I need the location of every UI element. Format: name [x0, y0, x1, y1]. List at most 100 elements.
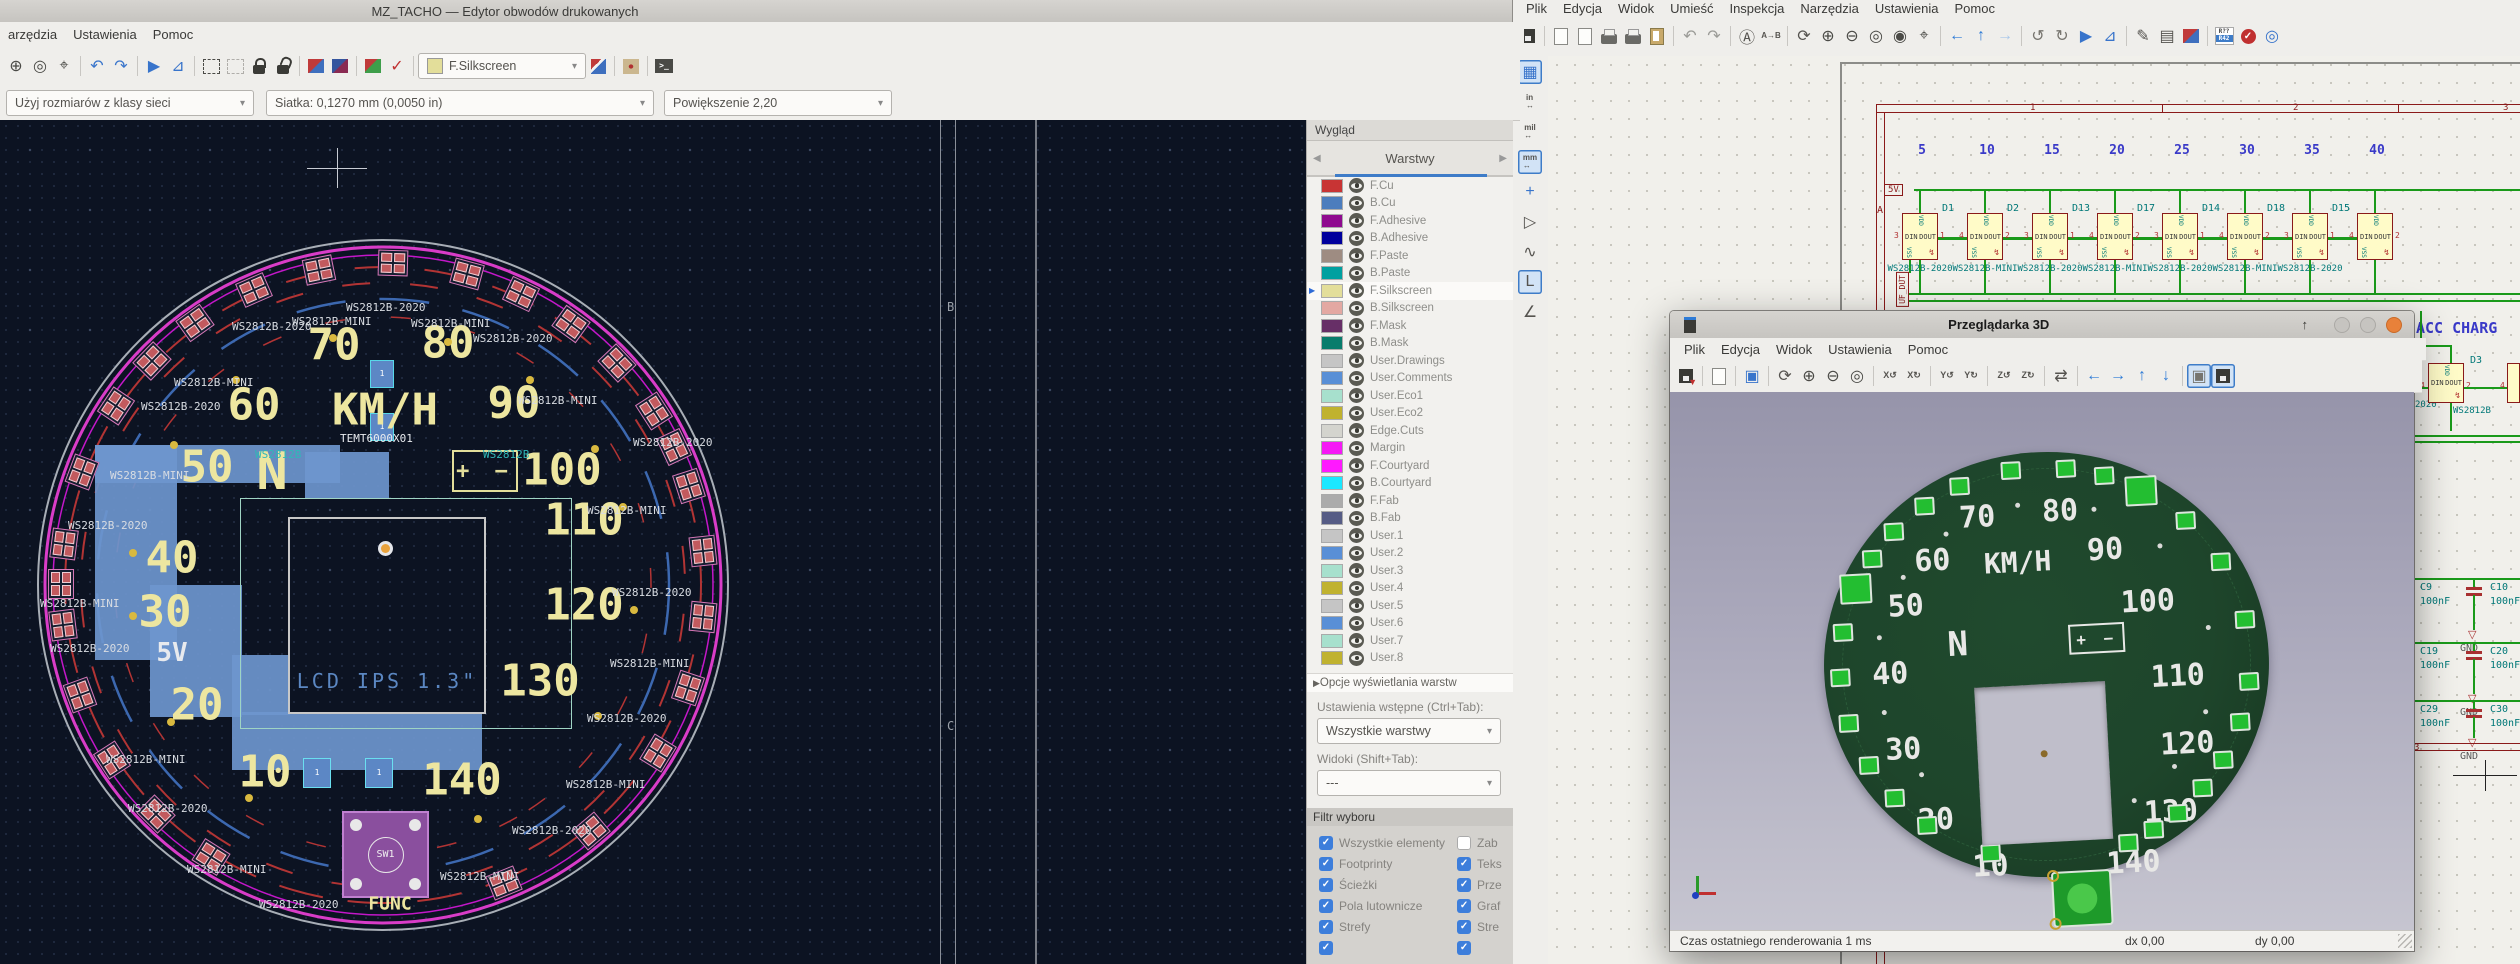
layer-row-user.5[interactable]: User.5 [1307, 597, 1513, 615]
visibility-eye-icon[interactable] [1349, 616, 1364, 631]
symbol-library-icon[interactable]: ▤ [2155, 24, 2179, 48]
layer-row-f.silkscreen[interactable]: F.Silkscreen [1307, 282, 1513, 300]
sheet-settings-icon[interactable] [1549, 24, 1573, 48]
tab-scroll-left-icon[interactable]: ◀ [1307, 153, 1327, 164]
zoom-selection-icon[interactable]: ⌖ [1912, 24, 1936, 48]
layer-row-f.cu[interactable]: F.Cu [1307, 177, 1513, 195]
nav-back-icon[interactable]: ← [1945, 24, 1969, 48]
mirror-icon[interactable]: ⊿ [2098, 24, 2122, 48]
sch-menu-pomoc[interactable]: Pomoc [1947, 0, 2003, 18]
visibility-eye-icon[interactable] [1349, 353, 1364, 368]
minimize-button[interactable] [2334, 317, 2350, 333]
mirror-icon[interactable]: ⊿ [166, 54, 190, 78]
visibility-eye-icon[interactable] [1349, 493, 1364, 508]
annotate-icon[interactable]: R??R42 [2212, 24, 2236, 48]
edit-footprints-icon[interactable] [304, 54, 328, 78]
close-button[interactable] [2386, 317, 2402, 333]
sch-menu-umieść[interactable]: Umieść [1662, 0, 1721, 18]
units-inches-icon[interactable]: in ↔ [1518, 90, 1542, 114]
zoom-out-icon[interactable]: ⊖ [1840, 24, 1864, 48]
assign-footprints-icon[interactable] [2179, 24, 2203, 48]
filter-checkbox[interactable] [1319, 899, 1333, 913]
layer-row-user.comments[interactable]: User.Comments [1307, 370, 1513, 388]
layer-row-b.mask[interactable]: B.Mask [1307, 335, 1513, 353]
sch-menu-plik[interactable]: Plik [1518, 0, 1555, 18]
layer-row-f.paste[interactable]: F.Paste [1307, 247, 1513, 265]
v3d-menu-ustawienia[interactable]: Ustawienia [1820, 340, 1900, 359]
visibility-eye-icon[interactable] [1349, 196, 1364, 211]
layer-selector-combo[interactable]: F.Silkscreen▾ [418, 53, 586, 79]
filter-checkbox[interactable] [1319, 836, 1333, 850]
visibility-eye-icon[interactable] [1349, 406, 1364, 421]
undo-icon[interactable]: ↶ [1678, 24, 1702, 48]
layer-row-user.drawings[interactable]: User.Drawings [1307, 352, 1513, 370]
visibility-eye-icon[interactable] [1349, 423, 1364, 438]
sim-plot-icon[interactable]: L [1518, 270, 1542, 294]
layer-row-b.paste[interactable]: B.Paste [1307, 265, 1513, 283]
erc-icon[interactable] [2236, 24, 2260, 48]
v3d-menu-plik[interactable]: Plik [1676, 340, 1713, 359]
viewer3d-viewport[interactable]: 708060KM/H9050100N40110301202013010140 +… [1670, 392, 2414, 930]
sch-menu-edycja[interactable]: Edycja [1555, 0, 1610, 18]
redo-icon[interactable]: ↷ [1702, 24, 1726, 48]
move-down-icon[interactable]: ↓ [2154, 364, 2178, 388]
new-sheet-icon[interactable] [1573, 24, 1597, 48]
find-replace-icon[interactable]: A→B [1759, 24, 1783, 48]
redo-icon[interactable]: ↷ [109, 54, 133, 78]
filter-checkbox[interactable] [1457, 836, 1471, 850]
orthographic-icon[interactable]: ▣ [2187, 364, 2211, 388]
design-rules-check-icon[interactable]: ✓ [385, 54, 409, 78]
sch-menu-widok[interactable]: Widok [1610, 0, 1662, 18]
layer-row-f.mask[interactable]: F.Mask [1307, 317, 1513, 335]
visibility-eye-icon[interactable] [1349, 388, 1364, 403]
zoom-in-icon[interactable]: ⊕ [4, 54, 28, 78]
layer-row-b.courtyard[interactable]: B.Courtyard [1307, 475, 1513, 493]
filter-checkbox[interactable] [1457, 941, 1471, 955]
filter-checkbox[interactable] [1319, 941, 1333, 955]
board-body-icon[interactable] [2211, 364, 2235, 388]
run-icon[interactable]: ▶ [2074, 24, 2098, 48]
rotate-x-ccw-icon[interactable]: X↺ [1878, 364, 1902, 388]
filter-checkbox[interactable] [1457, 857, 1471, 871]
units-mils-icon[interactable]: mil ↔ [1518, 120, 1542, 144]
visibility-eye-icon[interactable] [1349, 213, 1364, 228]
layer-row-b.silkscreen[interactable]: B.Silkscreen [1307, 300, 1513, 318]
visibility-eye-icon[interactable] [1349, 301, 1364, 316]
v3d-menu-pomoc[interactable]: Pomoc [1900, 340, 1956, 359]
layer-row-user.3[interactable]: User.3 [1307, 562, 1513, 580]
visibility-eye-icon[interactable] [1349, 581, 1364, 596]
layer-row-b.adhesive[interactable]: B.Adhesive [1307, 230, 1513, 248]
highlight-net-icon[interactable] [619, 54, 643, 78]
scripting-console-icon[interactable] [652, 54, 676, 78]
sch-menu-narzędzia[interactable]: Narzędzia [1792, 0, 1867, 18]
v3d-menu-widok[interactable]: Widok [1768, 340, 1820, 359]
pcb-titlebar[interactable]: MZ_TACHO — Edytor obwodów drukowanych [0, 0, 1512, 23]
nav-forward-icon[interactable]: → [1993, 24, 2017, 48]
visibility-eye-icon[interactable] [1349, 178, 1364, 193]
zoom-fit-icon[interactable]: ◎ [1864, 24, 1888, 48]
move-right-icon[interactable]: → [2106, 364, 2130, 388]
layer-row-user.6[interactable]: User.6 [1307, 615, 1513, 633]
rotate-y-cw-icon[interactable]: Y↻ [1959, 364, 1983, 388]
layer-row-user.eco2[interactable]: User.Eco2 [1307, 405, 1513, 423]
rotate-y-ccw-icon[interactable]: Y↺ [1935, 364, 1959, 388]
filter-checkbox[interactable] [1457, 920, 1471, 934]
rotate-z-cw-icon[interactable]: Z↻ [2016, 364, 2040, 388]
pcb-canvas[interactable]: BC LCD IPS 1.3" [0, 120, 1306, 964]
find-icon[interactable]: Ⓐ [1735, 24, 1759, 48]
select-area-icon[interactable] [199, 54, 223, 78]
zoom-selection-icon[interactable]: ⌖ [52, 54, 76, 78]
lock-icon[interactable] [247, 54, 271, 78]
visibility-eye-icon[interactable] [1349, 371, 1364, 386]
visibility-eye-icon[interactable] [1349, 563, 1364, 578]
layer-row-user.1[interactable]: User.1 [1307, 527, 1513, 545]
maximize-button[interactable] [2360, 317, 2376, 333]
grid-combo[interactable]: Siatka: 0,1270 mm (0,0050 in)▾ [266, 90, 654, 116]
move-up-icon[interactable]: ↑ [2130, 364, 2154, 388]
simulator-icon[interactable]: ◎ [2260, 24, 2284, 48]
refresh-icon[interactable]: ⟳ [1792, 24, 1816, 48]
sch-menu-ustawienia[interactable]: Ustawienia [1867, 0, 1947, 18]
rotate-z-ccw-icon[interactable]: Z↺ [1992, 364, 2016, 388]
edit-symbol-icon[interactable]: ✎ [2131, 24, 2155, 48]
filter-checkbox[interactable] [1457, 899, 1471, 913]
